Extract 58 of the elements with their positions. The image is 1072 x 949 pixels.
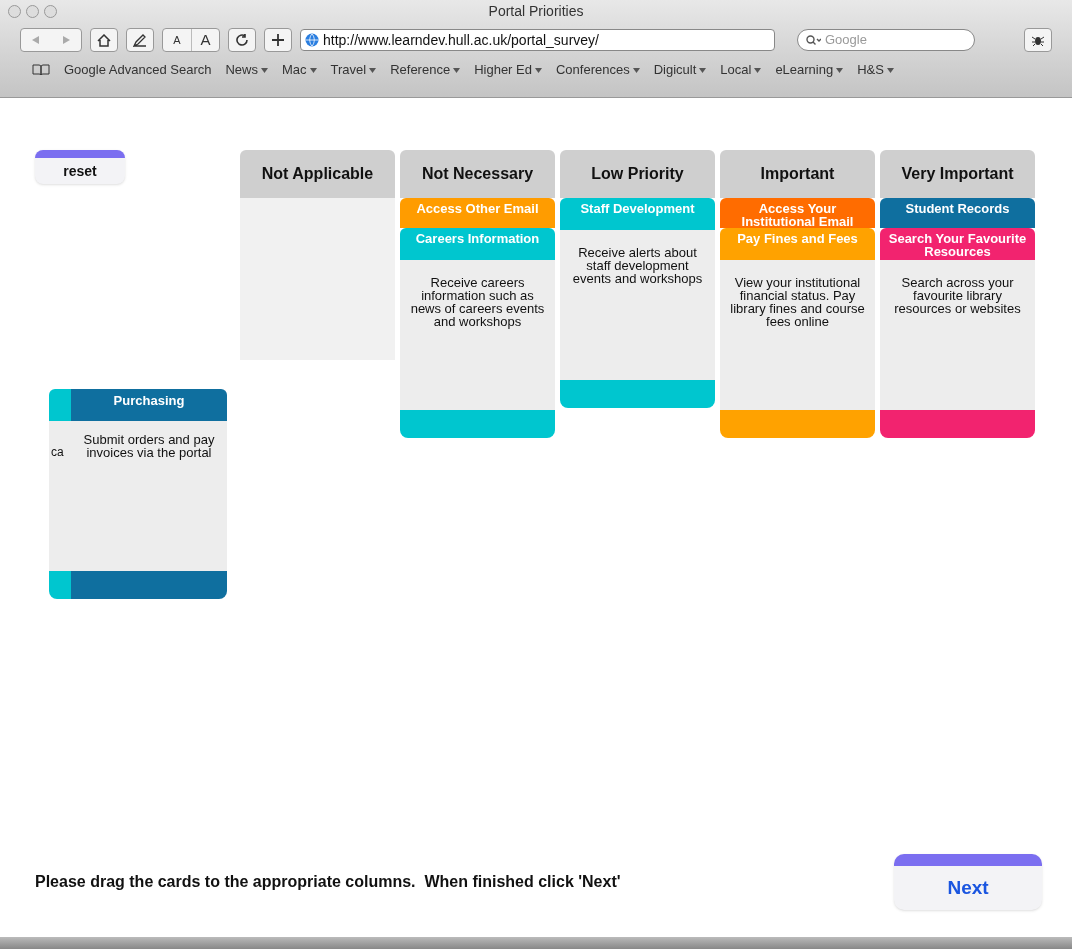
reset-button[interactable]: reset [35,150,125,184]
bookmark-item[interactable]: Higher Ed [474,60,542,80]
column-header: Not Necessary [400,150,555,198]
bookmark-item[interactable]: Digicult [653,60,707,80]
text-smaller-button[interactable]: A [163,29,191,51]
dropdown-arrow-icon [534,67,542,73]
dropdown-arrow-icon [886,67,894,73]
dropdown-arrow-icon [309,67,317,73]
card-description: View your institutional financial status. Pay library fines and course fees online [730,276,865,328]
card-description: Search across your favourite library resources or websites [893,276,1022,315]
instructions-text: Please drag the cards to the appropriate columns. When finished click 'Next' [35,872,621,892]
window-title: Portal Priorities [488,1,584,21]
book-icon[interactable] [32,64,50,76]
dropdown-arrow-icon [453,67,461,73]
home-button[interactable] [90,28,118,52]
card-title[interactable]: Purchasing [71,389,227,421]
dropdown-arrow-icon [260,67,268,73]
column-header: Not Applicable [240,150,395,198]
dropdown-arrow-icon [754,67,762,73]
bookmark-item[interactable]: News [225,60,268,80]
card-title[interactable]: Search Your Favourite Resources [880,228,1035,260]
card-description-fragment: ca [51,446,65,459]
dropdown-arrow-icon [699,67,707,73]
card-title[interactable]: Student Records [880,198,1035,228]
card-description: Receive careers information such as news of careers events and workshops [410,276,545,328]
bookmark-item[interactable]: Google Advanced Search [64,60,212,80]
address-field[interactable]: http://www.learndev.hull.ac.uk/portal_survey/ [300,29,775,51]
edit-button[interactable] [126,28,154,52]
home-icon [97,33,111,47]
back-forward-button[interactable] [20,28,82,52]
forward-icon [62,36,70,44]
dropdown-arrow-icon [836,67,844,73]
bookmark-item[interactable]: Reference [390,60,461,80]
search-icon [806,34,821,46]
reload-button[interactable] [228,28,256,52]
add-bookmark-button[interactable] [264,28,292,52]
plus-icon [272,34,284,46]
bug-button[interactable] [1024,28,1052,52]
column-header: Very Important [880,150,1035,198]
bookmark-item[interactable]: eLearning [775,60,844,80]
column-header: Important [720,150,875,198]
back-icon [32,36,40,44]
card-description: Submit orders and pay invoices via the portal [82,433,216,459]
column-header: Low Priority [560,150,715,198]
card-edge [49,571,71,599]
dropdown-arrow-icon [369,67,377,73]
text-bigger-button[interactable]: A [191,29,219,51]
bookmark-item[interactable]: Travel [330,60,377,80]
pencil-icon [133,33,147,47]
reload-icon [236,34,248,46]
bookmark-item[interactable]: Conferences [555,60,640,80]
bookmark-item[interactable]: Mac [281,60,317,80]
bookmark-item[interactable]: H&S [857,60,894,80]
dropdown-arrow-icon [632,67,640,73]
next-button[interactable]: Next [894,854,1042,910]
bookmark-item[interactable]: Local [720,60,762,80]
globe-icon [305,33,319,47]
card-description: Receive alerts about staff development events and workshops [571,246,704,285]
